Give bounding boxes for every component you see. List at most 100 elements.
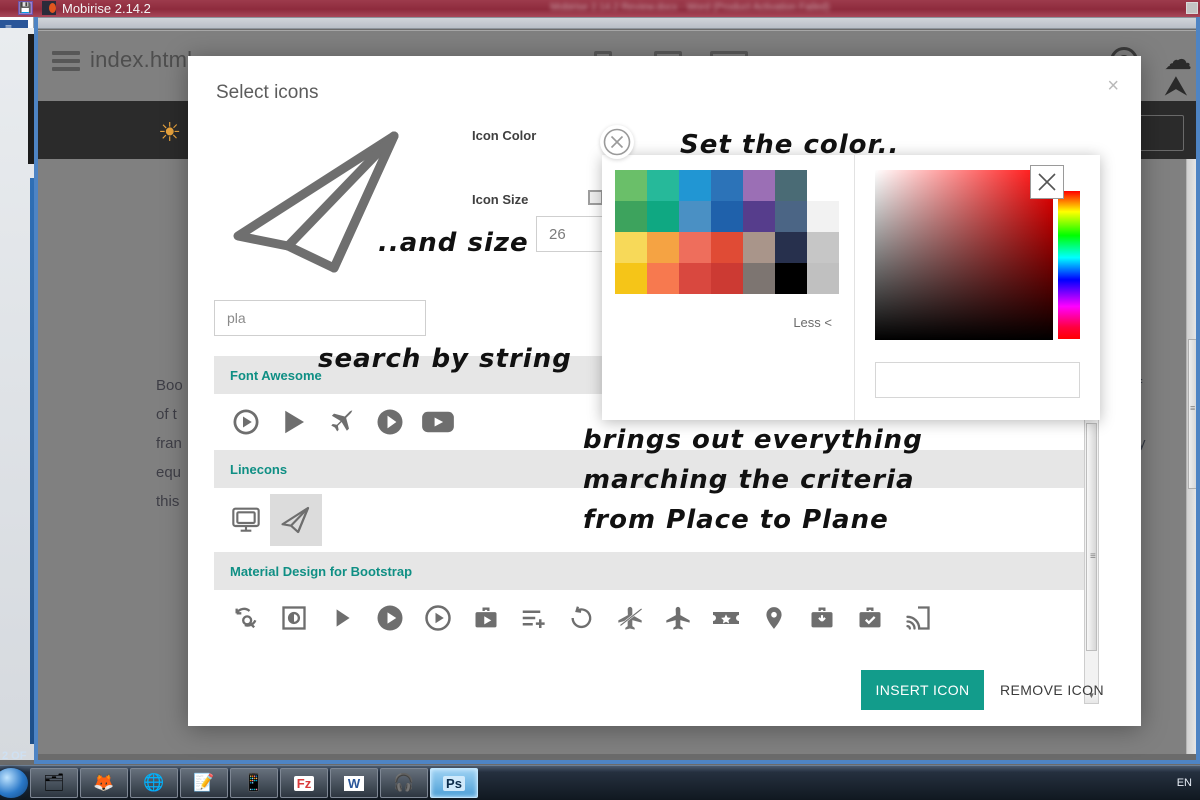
paper-plane-outline-icon[interactable]: [270, 494, 322, 546]
color-swatch-grid[interactable]: [615, 170, 839, 294]
color-swatch[interactable]: [711, 170, 743, 201]
color-swatch[interactable]: [647, 263, 679, 294]
color-swatch[interactable]: [807, 232, 839, 263]
color-swatch[interactable]: [615, 232, 647, 263]
taskbar-item-audacity[interactable]: 🎧: [380, 768, 428, 798]
play-solid-icon[interactable]: [270, 400, 318, 444]
app-vertical-scrollbar[interactable]: ≡: [1186, 159, 1200, 754]
taskbar-item-firefox[interactable]: 🦊: [80, 768, 128, 798]
brightness-box-icon[interactable]: [270, 596, 318, 640]
color-swatch[interactable]: [807, 170, 839, 201]
start-button[interactable]: [0, 768, 28, 798]
page-text-line: of t: [156, 406, 177, 423]
play-arrow-icon[interactable]: [318, 596, 366, 640]
color-swatch[interactable]: [679, 201, 711, 232]
color-swatch[interactable]: [615, 263, 647, 294]
taskbar-item-notepad[interactable]: 📝: [180, 768, 228, 798]
page-text-line: Boo: [156, 377, 183, 394]
color-swatch[interactable]: [711, 201, 743, 232]
remove-icon-button[interactable]: REMOVE ICON: [1000, 670, 1104, 710]
taskbar-item-internet-explorer[interactable]: 🌐: [130, 768, 178, 798]
taskbar-item-explorer[interactable]: 🗂: [30, 768, 78, 798]
search-input[interactable]: [214, 300, 426, 336]
headphones-icon: 🎧: [393, 773, 414, 793]
color-swatch[interactable]: [647, 232, 679, 263]
hamburger-menu-icon[interactable]: [52, 51, 80, 71]
annotation-and-size: ..and size: [378, 228, 529, 258]
notepad-icon: 📝: [193, 773, 214, 793]
taskbar-item-photoshop[interactable]: Ps: [430, 768, 478, 798]
color-swatch[interactable]: [743, 170, 775, 201]
taskbar-item-word[interactable]: W: [330, 768, 378, 798]
color-swatch[interactable]: [679, 263, 711, 294]
color-swatch[interactable]: [743, 201, 775, 232]
page-text-line: equ: [156, 464, 181, 481]
close-icon[interactable]: ×: [1107, 78, 1119, 94]
grip-lines-icon: ≡: [1090, 552, 1096, 562]
color-swatch[interactable]: [807, 201, 839, 232]
document-title-blurred: Mobirise 2.14.2 Review.docx - Word (Prod…: [470, 2, 910, 14]
folder-icon: 🗂: [43, 773, 65, 793]
icon-color-swatch-button[interactable]: [588, 190, 603, 205]
airplanemode-off-icon[interactable]: [606, 596, 654, 640]
color-swatch[interactable]: [775, 263, 807, 294]
color-swatch[interactable]: [615, 201, 647, 232]
app-frame-band: [34, 17, 1200, 29]
color-swatch[interactable]: [711, 263, 743, 294]
color-swatch[interactable]: [807, 263, 839, 294]
play-circle-filled-icon[interactable]: [366, 400, 414, 444]
page-title: index.html: [90, 47, 192, 73]
saturation-value-box[interactable]: [875, 170, 1053, 340]
work-download-icon[interactable]: [798, 596, 846, 640]
close-icon[interactable]: [1030, 165, 1064, 199]
playlist-add-icon[interactable]: [510, 596, 558, 640]
ticket-star-icon[interactable]: [702, 596, 750, 640]
play-circle-outline-icon[interactable]: [414, 596, 462, 640]
location-pin-icon[interactable]: [750, 596, 798, 640]
cloud-upload-icon[interactable]: ☁⮝: [1164, 47, 1200, 73]
icon-size-input[interactable]: [536, 216, 608, 252]
work-check-icon[interactable]: [846, 596, 894, 640]
icon-list-scrollbar-thumb[interactable]: ≡: [1086, 423, 1097, 651]
language-indicator[interactable]: EN: [1177, 777, 1192, 789]
color-swatch[interactable]: [615, 170, 647, 201]
play-circle-filled-icon[interactable]: [366, 596, 414, 640]
annotation-from-place-to-plane: from Place to Plane: [583, 505, 889, 535]
color-swatch[interactable]: [647, 170, 679, 201]
youtube-play-icon[interactable]: [414, 400, 462, 444]
color-swatch[interactable]: [647, 201, 679, 232]
insert-icon-button[interactable]: INSERT ICON: [861, 670, 984, 710]
airplanemode-on-icon[interactable]: [654, 596, 702, 640]
mobirise-icon: [42, 1, 56, 15]
window-control-box[interactable]: [1186, 2, 1198, 14]
play-circle-outline-icon[interactable]: [222, 400, 270, 444]
color-swatch[interactable]: [775, 201, 807, 232]
work-play-icon[interactable]: [462, 596, 510, 640]
icon-list-scrollbar[interactable]: ▲ ≡ ▼: [1084, 404, 1099, 704]
cast-connected-icon[interactable]: [894, 596, 942, 640]
grip-lines-icon: ≡: [1190, 404, 1198, 412]
plane-icon[interactable]: [318, 400, 366, 444]
hue-slider[interactable]: [1058, 191, 1080, 339]
less-toggle-link[interactable]: Less <: [793, 315, 832, 330]
library-header-material: Material Design for Bootstrap: [214, 552, 1089, 590]
replay-search-icon[interactable]: [222, 596, 270, 640]
window-title: Mobirise 2.14.2: [62, 0, 151, 17]
color-swatch[interactable]: [743, 232, 775, 263]
color-swatch[interactable]: [775, 170, 807, 201]
taskbar-item-filezilla[interactable]: Fz: [280, 768, 328, 798]
color-swatch[interactable]: [679, 232, 711, 263]
replay-icon[interactable]: [558, 596, 606, 640]
display-monitor-icon[interactable]: [222, 498, 270, 542]
color-swatch[interactable]: [743, 263, 775, 294]
taskbar-item-mobirise[interactable]: 📱: [230, 768, 278, 798]
app-scrollbar-thumb[interactable]: [1188, 339, 1200, 489]
color-swatch[interactable]: [711, 232, 743, 263]
color-swatch[interactable]: [679, 170, 711, 201]
save-icon[interactable]: 💾: [18, 1, 33, 15]
library-name: Linecons: [230, 462, 287, 477]
color-swatch[interactable]: [775, 232, 807, 263]
annotation-set-color: Set the color..: [680, 130, 899, 160]
close-circle-icon[interactable]: [600, 125, 634, 159]
hex-color-input[interactable]: [875, 362, 1080, 398]
